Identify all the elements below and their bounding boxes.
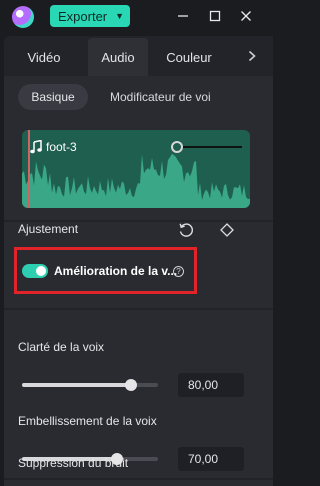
slider-knob[interactable] bbox=[124, 379, 137, 391]
maximize-icon[interactable] bbox=[205, 6, 225, 26]
tab-bar: Vidéo Audio Couleur bbox=[4, 36, 273, 76]
value-input-clarte[interactable]: 80,00 bbox=[178, 373, 244, 397]
value-input-embellissement[interactable]: 70,00 bbox=[178, 447, 244, 471]
tab-couleur[interactable]: Couleur bbox=[154, 38, 224, 76]
enhancement-toggle[interactable] bbox=[22, 264, 48, 278]
clip-name: foot-3 bbox=[46, 140, 77, 154]
toggle-knob bbox=[36, 266, 46, 276]
reset-icon[interactable] bbox=[178, 222, 194, 238]
volume-line[interactable] bbox=[177, 146, 242, 148]
export-button-label: Exporter bbox=[58, 8, 108, 24]
subtab-modificateur[interactable]: Modificateur de voi bbox=[110, 84, 273, 110]
slider-clarte[interactable] bbox=[22, 379, 158, 391]
tab-audio[interactable]: Audio bbox=[88, 38, 148, 76]
close-icon[interactable] bbox=[236, 6, 256, 26]
help-icon[interactable]: ? bbox=[173, 266, 184, 277]
subtab-basique[interactable]: Basique bbox=[18, 84, 88, 110]
param-label-clarte: Clarté de la voix bbox=[18, 340, 105, 354]
keyframe-diamond-icon[interactable] bbox=[220, 223, 234, 237]
music-note-icon bbox=[30, 140, 42, 154]
slider-fill bbox=[22, 383, 131, 387]
enhancement-label: Amélioration de la v... bbox=[54, 264, 178, 278]
section-title-ajustement: Ajustement bbox=[18, 222, 79, 236]
subtab-bar: Basique Modificateur de voi bbox=[18, 84, 273, 110]
divider bbox=[4, 308, 273, 310]
chevron-down-icon[interactable]: ▼ bbox=[115, 11, 124, 21]
minimize-icon[interactable] bbox=[173, 6, 193, 26]
divider bbox=[4, 478, 273, 480]
section-title-noise: Suppression du bruit bbox=[18, 456, 129, 470]
audio-tab-content: Basique Modificateur de voi foot-3 Ajust… bbox=[4, 76, 273, 486]
export-button[interactable]: Exporter ▼ bbox=[50, 5, 130, 27]
audio-clip-preview[interactable]: foot-3 bbox=[22, 130, 250, 208]
volume-handle[interactable] bbox=[171, 141, 183, 153]
app-logo bbox=[12, 6, 34, 28]
tab-video[interactable]: Vidéo bbox=[6, 38, 82, 76]
param-label-embellissement: Embellissement de la voix bbox=[18, 414, 157, 428]
chevron-right-icon[interactable] bbox=[242, 46, 262, 66]
properties-panel: Vidéo Audio Couleur Basique Modificateur… bbox=[4, 36, 273, 486]
title-bar: Exporter ▼ bbox=[0, 0, 273, 34]
